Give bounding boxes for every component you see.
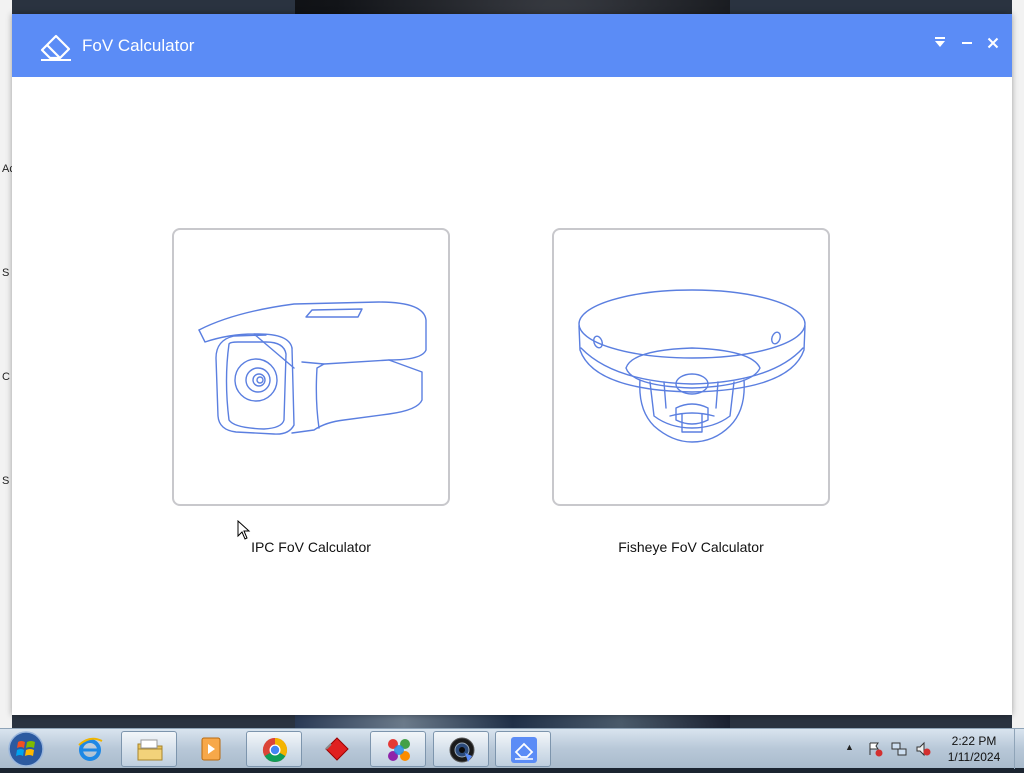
taskbar-red-diamond-app[interactable] [309,731,365,767]
fov-calculator-app-icon [511,737,537,763]
app-window: FoV Calculator IPC FoV Calculator Fishey… [12,14,1012,715]
action-center-flag-icon[interactable] [867,741,883,757]
chrome-icon [262,738,288,763]
windows-start-orb-icon [8,731,44,767]
start-button[interactable] [6,730,46,768]
close-button[interactable] [982,32,1004,54]
camera-viewer-icon [449,737,475,763]
bullet-camera-icon [198,301,427,435]
desktop-wallpaper-strip [295,714,730,728]
ipc-fov-calculator-label[interactable]: IPC FoV Calculator [172,539,450,555]
tray-overflow-arrow[interactable]: ▲ [845,742,854,752]
taskbar-colorful-app[interactable] [370,731,426,767]
minimize-button[interactable] [956,32,978,54]
dropdown-menu-button[interactable] [929,32,951,54]
fisheye-fov-calculator-label[interactable]: Fisheye FoV Calculator [552,539,830,555]
desktop-icon-label[interactable]: C [2,371,10,383]
desktop-edge [1012,0,1024,728]
network-icon[interactable] [891,741,907,757]
fisheye-fov-calculator-card[interactable] [552,228,830,506]
media-player-icon [201,737,221,761]
taskbar: ▲ 2:22 PM 1/11/2024 [0,728,1024,769]
desktop-icon-label[interactable]: S [2,475,9,487]
title-bar[interactable]: FoV Calculator [12,14,1012,77]
close-icon [987,37,999,49]
clock-time: 2:22 PM [951,734,997,748]
taskbar-file-explorer[interactable] [121,731,177,767]
desktop-icon-column: Ac S C S [0,0,15,728]
minimize-icon [962,42,972,44]
window-title: FoV Calculator [82,36,195,55]
clock-date: 1/11/2024 [947,750,1001,764]
ipc-fov-calculator-card[interactable] [172,228,450,506]
fisheye-camera-icon [578,289,806,443]
red-diamond-icon [325,737,349,761]
internet-explorer-icon [78,737,103,761]
app-logo-icon [40,34,71,61]
dropdown-arrow-icon [935,37,945,47]
taskbar-camera-app[interactable] [433,731,489,767]
taskbar-fov-calculator[interactable] [495,731,551,767]
taskbar-media-player[interactable] [183,731,239,767]
colorful-petals-icon [388,739,410,761]
system-clock[interactable]: 2:22 PM 1/11/2024 [940,733,1008,765]
volume-muted-icon[interactable] [915,741,931,757]
taskbar-chrome[interactable] [246,731,302,767]
taskbar-internet-explorer[interactable] [62,731,118,767]
mouse-cursor-icon [237,520,251,540]
desktop-icon-label[interactable]: S [2,267,9,279]
folder-icon [137,739,163,761]
show-desktop-button[interactable] [1014,729,1024,769]
